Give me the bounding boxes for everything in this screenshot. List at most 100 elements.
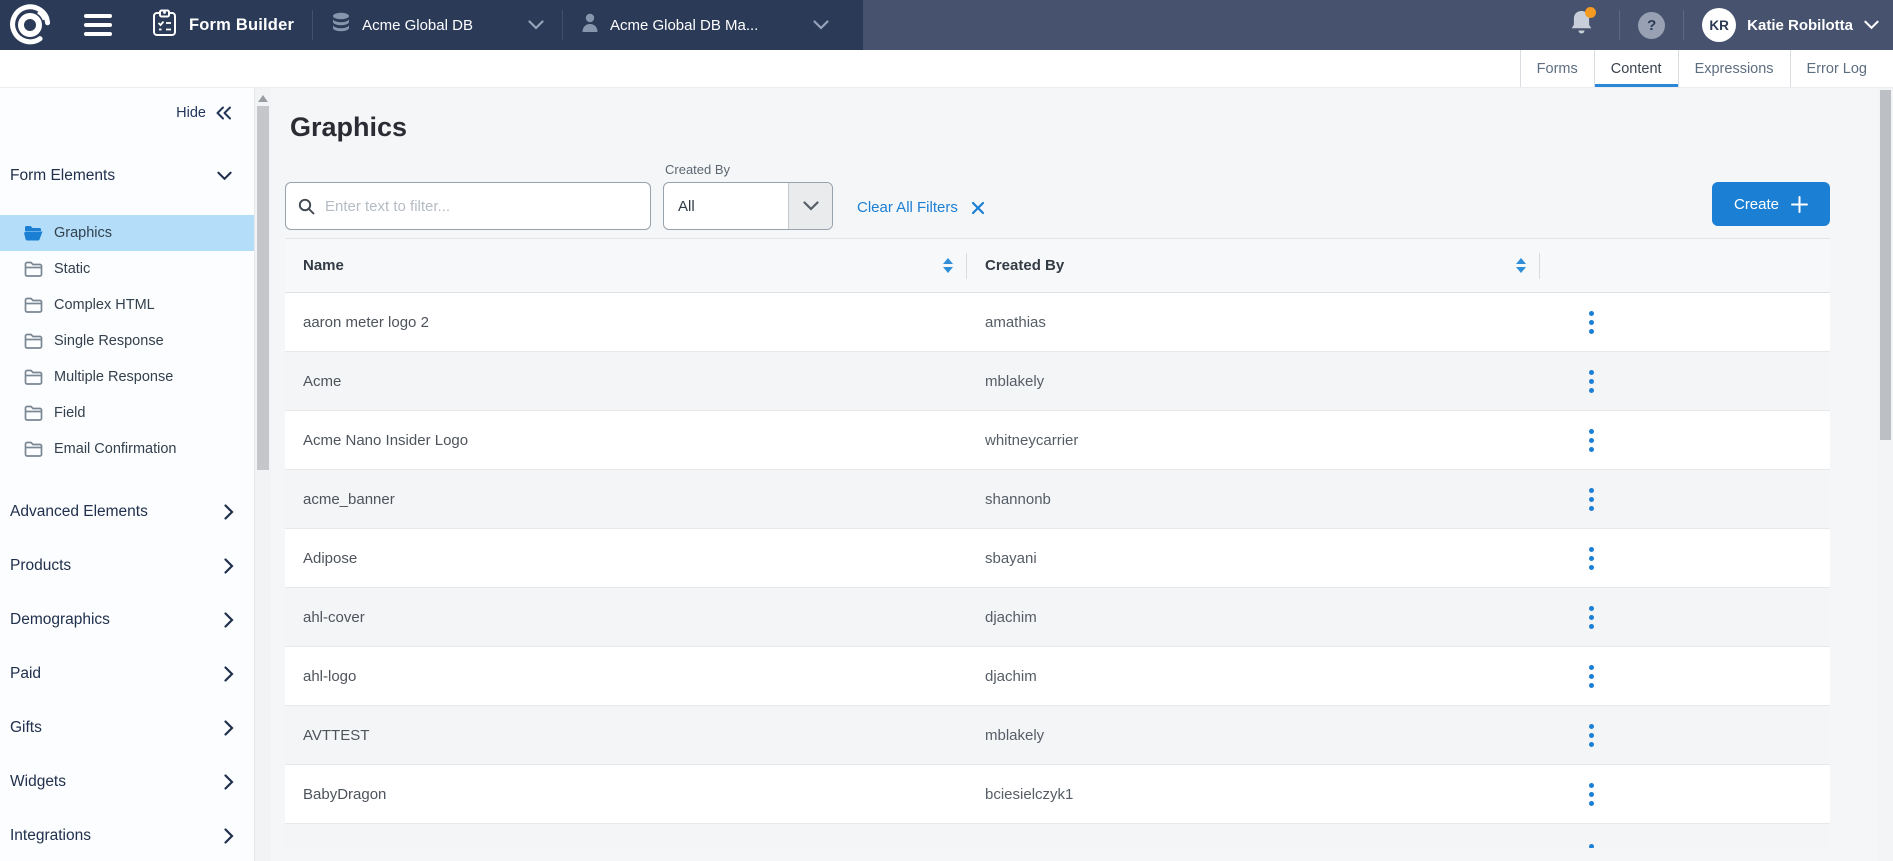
table-row: Acme Nano Insider Logo whitneycarrier <box>285 411 1830 470</box>
created-by-label: Created By <box>665 162 833 177</box>
cell-name: AVTTEST <box>285 727 967 744</box>
main-scrollbar[interactable] <box>1878 88 1893 861</box>
cell-created-by: mblakely <box>967 727 1540 744</box>
filter-bar: Created By All Clear All Filters Create <box>285 162 1830 230</box>
sort-icon[interactable] <box>943 258 953 273</box>
search-icon <box>298 198 315 215</box>
cell-actions <box>1540 423 1830 458</box>
select-chevron-box[interactable] <box>788 183 832 229</box>
created-by-select[interactable]: All <box>663 182 833 230</box>
row-actions-kebab-icon[interactable] <box>1583 541 1600 576</box>
row-actions-kebab-icon[interactable] <box>1583 838 1600 848</box>
behavior-selector[interactable]: Acme Global DB Ma... <box>567 0 843 50</box>
row-actions-kebab-icon[interactable] <box>1583 423 1600 458</box>
tab-error-log[interactable]: Error Log <box>1790 50 1883 87</box>
sidebar-section-advanced-elements[interactable]: Advanced Elements <box>0 485 254 539</box>
tab-forms[interactable]: Forms <box>1520 50 1594 87</box>
sidebar-section-gifts[interactable]: Gifts <box>0 701 254 755</box>
cell-created-by: djachim <box>967 609 1540 626</box>
user-name: Katie Robilotta <box>1747 17 1853 34</box>
row-actions-kebab-icon[interactable] <box>1583 777 1600 812</box>
cell-created-by: shannonb <box>967 491 1540 508</box>
column-header-name[interactable]: Name <box>285 239 967 292</box>
cell-created-by: sbayani <box>967 550 1540 567</box>
page-title: Graphics <box>290 110 1830 144</box>
behavior-selector-value: Acme Global DB Ma... <box>610 17 758 34</box>
help-button[interactable]: ? <box>1638 12 1665 39</box>
menu-icon[interactable] <box>84 14 112 36</box>
topbar-left-section: Form Builder Acme Global DB <box>0 0 863 50</box>
cell-created-by: amathias <box>967 314 1540 331</box>
avatar: KR <box>1702 8 1736 42</box>
column-header-created-by[interactable]: Created By <box>967 239 1540 292</box>
database-selector-value: Acme Global DB <box>362 17 473 34</box>
table-row: Acme mblakely <box>285 352 1830 411</box>
sidebar-item-email-confirmation[interactable]: Email Confirmation <box>0 431 254 467</box>
sidebar-section-widgets[interactable]: Widgets <box>0 755 254 809</box>
sidebar-item-field[interactable]: Field <box>0 395 254 431</box>
chevron-right-icon <box>224 774 234 790</box>
filter-search-input[interactable] <box>325 198 638 215</box>
cell-name: Acme Nano Insider Logo <box>285 432 967 449</box>
open-folder-icon <box>24 225 43 241</box>
scroll-up-arrow-icon[interactable] <box>258 95 268 102</box>
scrollbar-thumb[interactable] <box>1880 90 1891 440</box>
create-button[interactable]: Create <box>1712 182 1830 226</box>
sidebar-section-integrations[interactable]: Integrations <box>0 809 254 861</box>
sidebar-item-graphics[interactable]: Graphics <box>0 215 254 251</box>
row-actions-kebab-icon[interactable] <box>1583 364 1600 399</box>
cell-actions <box>1540 305 1830 340</box>
cell-name: aaron meter logo 2 <box>285 314 967 331</box>
tab-content[interactable]: Content <box>1594 50 1678 87</box>
table-row: Adipose sbayani <box>285 529 1830 588</box>
cell-created-by: bciesielczyk1 <box>967 786 1540 803</box>
topbar-divider <box>1619 10 1620 40</box>
chevron-right-icon <box>224 720 234 736</box>
question-mark-icon: ? <box>1647 17 1656 34</box>
cell-actions <box>1540 364 1830 399</box>
sidebar-section-paid[interactable]: Paid <box>0 647 254 701</box>
tab-expressions[interactable]: Expressions <box>1678 50 1790 87</box>
sidebar-section-demographics[interactable]: Demographics <box>0 593 254 647</box>
chevron-right-icon <box>224 504 234 520</box>
cell-name: ahl-cover <box>285 609 967 626</box>
cell-actions <box>1540 541 1830 576</box>
clear-all-filters-link[interactable]: Clear All Filters <box>857 199 985 216</box>
row-actions-kebab-icon[interactable] <box>1583 482 1600 517</box>
row-actions-kebab-icon[interactable] <box>1583 305 1600 340</box>
table-row-partial <box>285 824 1830 848</box>
scrollbar-thumb[interactable] <box>257 106 269 470</box>
notifications-button[interactable] <box>1570 9 1593 41</box>
close-icon <box>971 201 985 215</box>
user-menu[interactable]: KR Katie Robilotta <box>1696 8 1879 42</box>
row-actions-kebab-icon[interactable] <box>1583 600 1600 635</box>
cell-name: acme_banner <box>285 491 967 508</box>
table-row: AVTTEST mblakely <box>285 706 1830 765</box>
chevron-down-icon <box>1864 20 1879 30</box>
sidebar-hide-button[interactable]: Hide <box>0 88 254 121</box>
sidebar-item-multiple-response[interactable]: Multiple Response <box>0 359 254 395</box>
sidebar-item-single-response[interactable]: Single Response <box>0 323 254 359</box>
row-actions-kebab-icon[interactable] <box>1583 718 1600 753</box>
cell-created-by: whitneycarrier <box>967 432 1540 449</box>
sidebar-section-products[interactable]: Products <box>0 539 254 593</box>
cell-actions <box>1540 482 1830 517</box>
table-row: aaron meter logo 2 amathias <box>285 293 1830 352</box>
hide-label: Hide <box>176 105 206 121</box>
sort-icon[interactable] <box>1516 258 1526 273</box>
sidebar-item-static[interactable]: Static <box>0 251 254 287</box>
column-header-actions <box>1540 239 1830 292</box>
secondary-nav: FormsContentExpressionsError Log <box>0 50 1893 88</box>
table-row: ahl-cover djachim <box>285 588 1830 647</box>
folder-icon <box>24 369 43 385</box>
folder-icon <box>24 405 43 421</box>
chevron-right-icon <box>224 558 234 574</box>
sidebar-item-complex-html[interactable]: Complex HTML <box>0 287 254 323</box>
row-actions-kebab-icon[interactable] <box>1583 659 1600 694</box>
person-icon <box>581 13 599 37</box>
database-selector[interactable]: Acme Global DB <box>317 0 558 50</box>
sidebar-section-form-elements[interactable]: Form Elements <box>0 167 254 185</box>
omeda-logo-icon[interactable] <box>6 1 54 49</box>
table-row: BabyDragon bciesielczyk1 <box>285 765 1830 824</box>
sidebar-scrollbar[interactable] <box>254 88 271 861</box>
